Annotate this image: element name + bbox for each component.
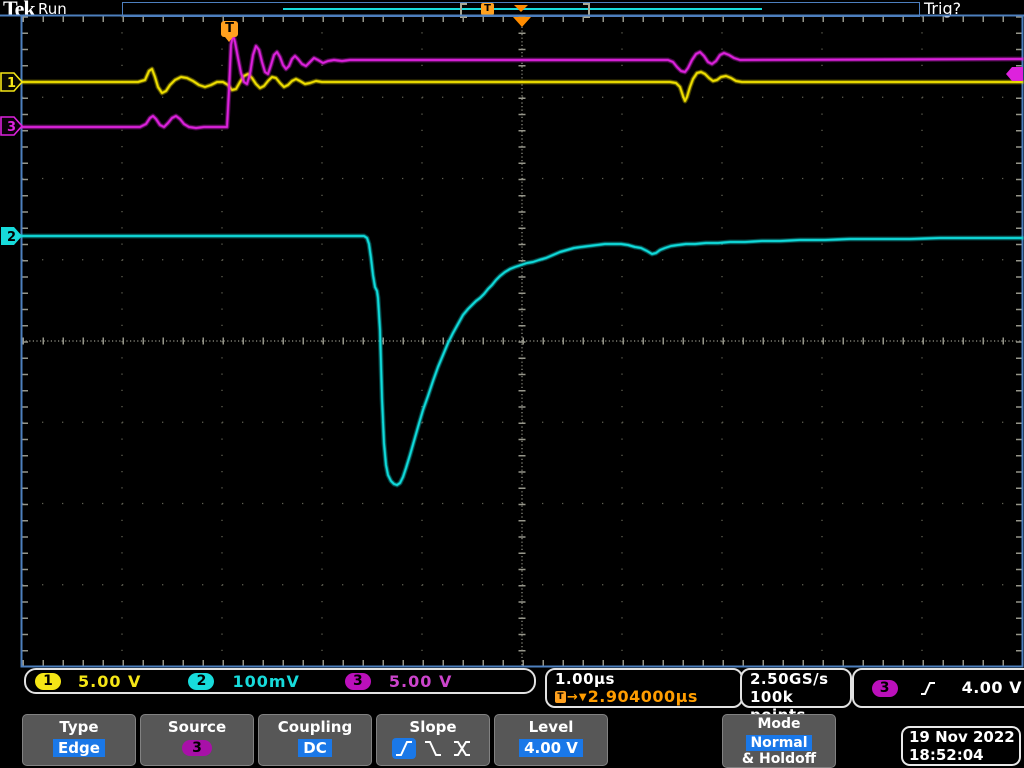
menu-button-slope[interactable]: Slope — [376, 714, 490, 766]
menu-button-coupling[interactable]: Coupling DC — [258, 714, 372, 766]
slope-falling-icon[interactable] — [421, 738, 445, 759]
type-label: Type — [59, 718, 99, 736]
trace-channel-2 — [21, 235, 1023, 486]
trace-channel-2 — [19, 233, 1024, 488]
channel-2-marker[interactable]: 2 — [1, 227, 22, 245]
level-value: 4.00 V — [519, 739, 583, 757]
svg-text:2: 2 — [7, 230, 16, 245]
channel-2-badge[interactable]: 2 — [188, 672, 215, 690]
channel-3-marker[interactable]: 3 — [0, 116, 24, 136]
trigger-source-badge: 3 — [871, 679, 898, 697]
menu-button-source[interactable]: Source 3 — [140, 714, 254, 766]
trigger-time-t-icon: T — [555, 691, 566, 703]
timebase-value: 1.00µs — [555, 670, 615, 688]
source-label: Source — [167, 718, 227, 736]
horizontal-readout-box: 1.00µs T → ▼ 2.904000µs — [545, 668, 743, 708]
type-value: Edge — [53, 739, 105, 757]
trigger-point-badge[interactable]: T — [221, 21, 238, 42]
channel-1-scale: 5.00 V — [78, 671, 142, 691]
channel-2-scale: 100mV — [232, 671, 300, 691]
oscilloscope-screen: Tek Run T Trig? 1 3 2 T 1 5.00 V 2 100mV… — [0, 0, 1024, 768]
channel-3-scale: 5.00 V — [388, 671, 453, 691]
graticule-center-axes — [22, 16, 1022, 666]
slope-rising-icon[interactable] — [392, 738, 416, 759]
time-text: 18:52:04 — [909, 746, 984, 764]
slope-either-icon[interactable] — [450, 738, 474, 759]
right-arrow-icon: → — [567, 689, 578, 705]
mode-value: Normal — [746, 735, 812, 751]
trigger-readout-box: 3 4.00 V — [852, 668, 1024, 708]
channel-1-badge[interactable]: 1 — [35, 672, 61, 690]
trigger-level-value: 4.00 V — [961, 678, 1022, 697]
coupling-value: DC — [298, 739, 332, 757]
source-value-badge: 3 — [182, 740, 212, 756]
acquisition-readout-box: 2.50GS/s 100k points — [740, 668, 852, 724]
svg-text:3: 3 — [7, 120, 16, 135]
trigger-position-triangle-icon[interactable] — [513, 17, 531, 27]
level-label: Level — [528, 718, 574, 736]
svg-text:1: 1 — [7, 76, 16, 91]
down-triangle-icon: ▼ — [578, 691, 587, 703]
datetime-box: 19 Nov 2022 18:52:04 — [901, 726, 1021, 766]
graticule-display: 1 3 2 — [0, 14, 1024, 668]
channel-1-marker[interactable]: 1 — [0, 72, 24, 92]
menu-button-level[interactable]: Level 4.00 V — [494, 714, 608, 766]
trigger-level-arrow-icon[interactable] — [1006, 67, 1023, 81]
channel-3-badge[interactable]: 3 — [344, 672, 371, 690]
slope-label: Slope — [409, 718, 457, 736]
menu-button-type[interactable]: Type Edge — [22, 714, 136, 766]
mode-label: Mode — [757, 716, 801, 732]
menu-button-mode[interactable]: Mode Normal & Holdoff — [722, 714, 836, 768]
trigger-slope-rising-icon — [920, 681, 935, 695]
channel-readout-box: 1 5.00 V 2 100mV 3 5.00 V — [24, 668, 536, 694]
coupling-label: Coupling — [277, 718, 353, 736]
trigger-time-value: 2.904000µs — [587, 687, 698, 706]
mode-value2: & Holdoff — [741, 751, 817, 767]
date-text: 19 Nov 2022 — [909, 728, 1015, 746]
trace-channel-2 — [20, 234, 1024, 487]
sample-rate-value: 2.50GS/s — [750, 670, 829, 688]
